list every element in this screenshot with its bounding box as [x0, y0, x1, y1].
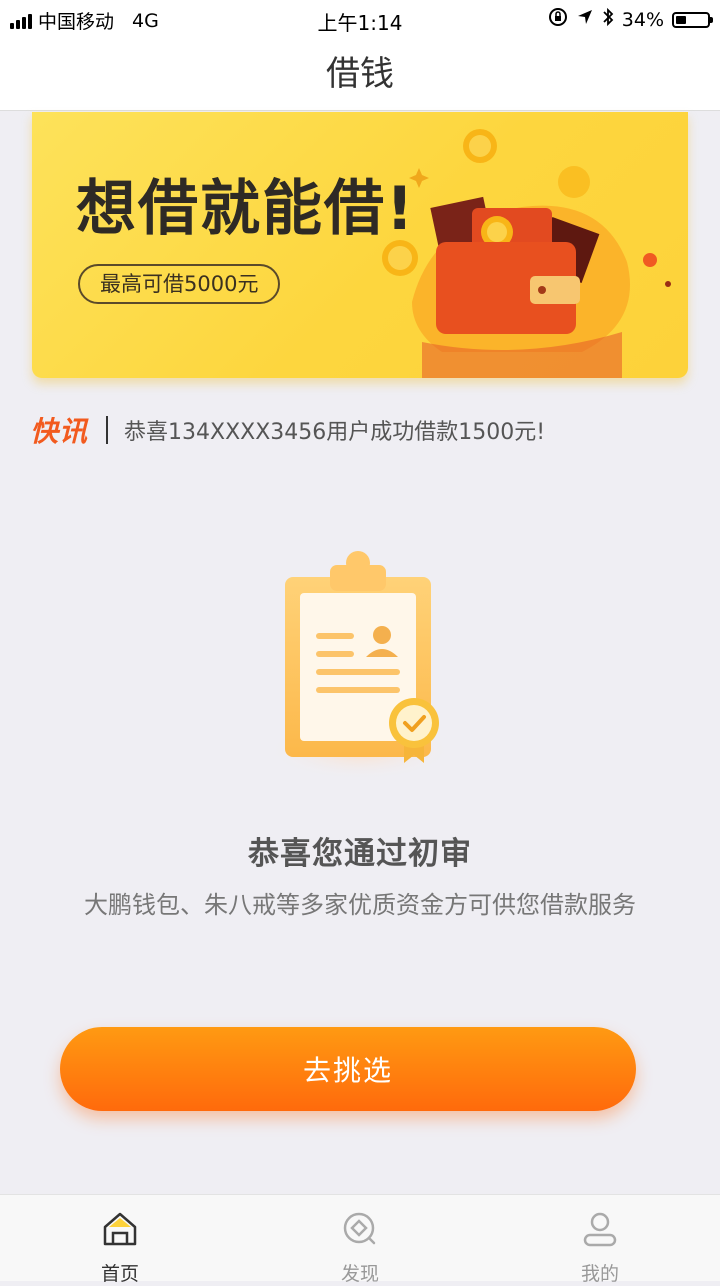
bluetooth-icon: [602, 7, 614, 32]
clipboard-approved-icon: [268, 551, 452, 780]
home-icon: [103, 1212, 137, 1246]
rotation-lock-icon: [548, 7, 568, 32]
result-subtitle: 大鹏钱包、朱八戒等多家优质资金方可供您借款服务: [84, 891, 636, 919]
wallet-illustration: [382, 129, 671, 378]
status-bar: 中国移动 4G 上午1:14 34%: [0, 0, 720, 38]
tab-home-label: 首页: [100, 1263, 139, 1285]
result-title: 恭喜您通过初审: [248, 836, 472, 872]
battery-icon: [672, 11, 713, 28]
tab-home[interactable]: 首页: [0, 1195, 240, 1285]
banner-limit-pill: 最高可借5000元: [78, 264, 281, 304]
tab-discover[interactable]: 发现: [240, 1195, 480, 1285]
divider: [106, 416, 109, 444]
news-message: 恭喜134XXXX3456用户成功借款1500元!: [124, 420, 546, 445]
location-icon: [576, 8, 594, 31]
promo-banner[interactable]: 想借就能借! 最高可借5000元: [32, 112, 688, 378]
banner-headline: 想借就能借!: [76, 174, 416, 244]
battery-percent: 34%: [621, 8, 664, 31]
tab-bar: 首页 发现 我的: [0, 1194, 720, 1285]
choose-lender-button[interactable]: 去挑选: [60, 1027, 636, 1111]
tab-profile[interactable]: 我的: [480, 1195, 720, 1285]
page-title: 借钱: [0, 38, 720, 111]
news-brand: 快讯: [30, 415, 89, 448]
profile-icon: [583, 1212, 617, 1247]
news-ticker: 快讯 恭喜134XXXX3456用户成功借款1500元!: [30, 410, 545, 450]
tab-profile-label: 我的: [580, 1263, 619, 1285]
discover-icon: [343, 1212, 376, 1245]
tab-discover-label: 发现: [340, 1263, 379, 1285]
